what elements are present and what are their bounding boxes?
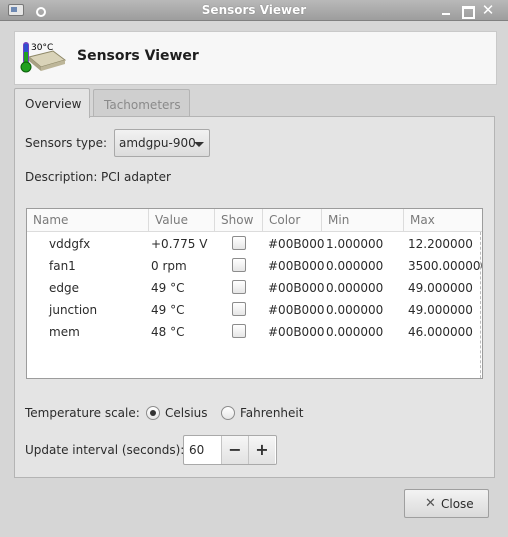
increment-button[interactable]: +	[248, 436, 275, 464]
temperature-scale-label: Temperature scale:	[25, 406, 140, 420]
close-window-icon[interactable]: ✕	[480, 3, 496, 18]
table-row[interactable]: vddgfx +0.775 V #00B000 1.000000 12.2000…	[27, 233, 482, 255]
show-checkbox[interactable]	[232, 324, 246, 338]
close-label: Close	[441, 497, 474, 511]
maximize-icon[interactable]	[459, 3, 475, 19]
thermometer-chip-icon: 30°C	[20, 42, 67, 73]
update-interval-label: Update interval (seconds):	[25, 443, 185, 457]
table-row[interactable]: junction 49 °C #00B000 0.000000 49.00000…	[27, 299, 482, 321]
decrement-button[interactable]: −	[221, 436, 248, 464]
cell-color[interactable]: #00B000	[268, 325, 324, 339]
show-checkbox[interactable]	[232, 258, 246, 272]
cell-min: 0.000000	[326, 281, 384, 295]
cell-name: mem	[49, 325, 80, 339]
show-checkbox[interactable]	[232, 280, 246, 294]
icon-temp-text: 30°C	[31, 43, 53, 53]
column-header-show[interactable]: Show	[215, 209, 263, 232]
column-edge-divider	[480, 232, 482, 378]
table-header: Name Value Show Color Min Max	[27, 209, 482, 232]
table-row[interactable]: mem 48 °C #00B000 0.000000 46.000000	[27, 321, 482, 343]
show-checkbox[interactable]	[232, 236, 246, 250]
cell-name: junction	[49, 303, 98, 317]
app-title: Sensors Viewer	[77, 48, 199, 64]
show-checkbox[interactable]	[232, 302, 246, 316]
cell-name: edge	[49, 281, 79, 295]
table-row[interactable]: fan1 0 rpm #00B000 0.000000 3500.000000	[27, 255, 482, 277]
column-header-color[interactable]: Color	[263, 209, 322, 232]
fahrenheit-radio[interactable]	[221, 406, 235, 420]
cell-min: 0.000000	[326, 325, 384, 339]
cell-max: 3500.000000	[408, 259, 483, 273]
cell-name: fan1	[49, 259, 76, 273]
cell-max: 49.000000	[408, 281, 473, 295]
update-interval-spinbutton[interactable]: 60 − +	[183, 435, 277, 465]
cell-value: 49 °C	[151, 281, 185, 295]
cell-value: 48 °C	[151, 325, 185, 339]
update-interval-value[interactable]: 60	[189, 443, 204, 457]
minimize-icon[interactable]	[438, 3, 454, 18]
overview-panel: Sensors type: amdgpu-900 Description: PC…	[14, 116, 495, 478]
description-value: PCI adapter	[101, 170, 171, 184]
cell-color[interactable]: #00B000	[268, 259, 324, 273]
cell-max: 12.200000	[408, 237, 473, 251]
column-header-max[interactable]: Max	[404, 209, 482, 232]
cell-min: 0.000000	[326, 303, 384, 317]
sensors-table[interactable]: Name Value Show Color Min Max vddgfx +0.…	[26, 208, 483, 379]
cell-color[interactable]: #00B000	[268, 303, 324, 317]
cell-max: 49.000000	[408, 303, 473, 317]
tab-tachometers[interactable]: Tachometers	[93, 89, 190, 118]
cell-color[interactable]: #00B000	[268, 281, 324, 295]
cell-max: 46.000000	[408, 325, 473, 339]
sensors-type-label: Sensors type:	[25, 136, 108, 150]
celsius-label[interactable]: Celsius	[165, 406, 208, 420]
cell-name: vddgfx	[49, 237, 91, 251]
celsius-radio[interactable]	[146, 406, 160, 420]
close-button[interactable]: ✕ Close	[404, 489, 489, 518]
cell-color[interactable]: #00B000	[268, 237, 324, 251]
close-icon: ✕	[425, 496, 436, 511]
app-header: 30°C Sensors Viewer	[14, 31, 497, 85]
column-header-min[interactable]: Min	[322, 209, 404, 232]
cell-min: 1.000000	[326, 237, 384, 251]
table-row[interactable]: edge 49 °C #00B000 0.000000 49.000000	[27, 277, 482, 299]
cell-value: 49 °C	[151, 303, 185, 317]
description-label: Description:	[25, 170, 98, 184]
sensors-type-value: amdgpu-900	[119, 136, 196, 150]
tab-overview[interactable]: Overview	[14, 88, 90, 118]
window-title: Sensors Viewer	[201, 3, 307, 17]
chevron-down-icon	[194, 142, 204, 147]
column-header-value[interactable]: Value	[149, 209, 215, 232]
cell-value: +0.775 V	[151, 237, 208, 251]
column-header-name[interactable]: Name	[27, 209, 149, 232]
fahrenheit-label[interactable]: Fahrenheit	[240, 406, 303, 420]
cell-value: 0 rpm	[151, 259, 187, 273]
cell-min: 0.000000	[326, 259, 384, 273]
sensors-type-dropdown[interactable]: amdgpu-900	[114, 129, 210, 157]
title-bar: Sensors Viewer ✕	[0, 0, 508, 21]
